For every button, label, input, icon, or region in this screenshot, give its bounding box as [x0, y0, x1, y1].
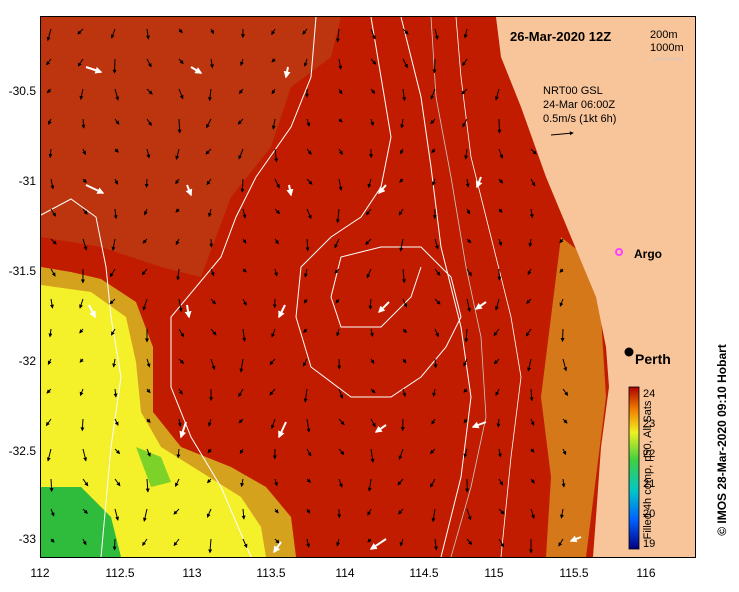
- lon-tick: 113.5: [256, 566, 286, 580]
- perth-marker: [624, 347, 634, 357]
- lat-tick: -30.5: [8, 84, 36, 98]
- lon-tick: 112.5: [105, 566, 135, 580]
- scale-label-1000m: 1000m: [650, 42, 684, 54]
- lat-tick: -31: [18, 174, 36, 188]
- lon-tick: 115.5: [559, 566, 589, 580]
- product-line: NRT00 GSL: [543, 85, 603, 97]
- lon-tick: 115: [484, 566, 504, 580]
- colorbar-title: Filled 4h comp, p50, All Sats: [642, 400, 654, 540]
- credit-label: © IMOS 28-Mar-2020 09:10 Hobart: [715, 344, 729, 536]
- lon-tick: 114.5: [409, 566, 439, 580]
- velocity-arrow: [432, 58, 437, 74]
- argo-label: Argo: [634, 247, 662, 261]
- velocity-arrow: [80, 418, 85, 432]
- lon-tick: 112: [30, 566, 50, 580]
- lat-tick: -32: [18, 354, 36, 368]
- colorbar: [628, 386, 640, 550]
- lon-tick: 114: [335, 566, 355, 580]
- velocity-arrow: [112, 538, 117, 551]
- velocity-arrow: [49, 478, 54, 493]
- scale-label-200m: 200m: [650, 29, 678, 41]
- colorbar-tick: 24: [643, 388, 656, 400]
- velocity-arrow: [112, 58, 117, 74]
- date-label: 26-Mar-2020 12Z: [510, 29, 612, 44]
- velocity-arrow: [177, 118, 182, 134]
- velocity-arrow: [497, 118, 502, 134]
- lat-tick: -32.5: [8, 444, 36, 458]
- velocity-arrow: [560, 328, 565, 343]
- lon-tick: 113: [182, 566, 202, 580]
- velocity-arrow: [144, 178, 149, 188]
- lon-tick: 116: [636, 566, 656, 580]
- product-line: 0.5m/s (1kt 6h): [543, 113, 617, 125]
- colorbar-tick: 19: [643, 538, 656, 550]
- product-line: 24-Mar 06:00Z: [543, 99, 616, 111]
- lat-tick: -31.5: [8, 264, 36, 278]
- product-info: NRT00 GSL 24-Mar 06:00Z 0.5m/s (1kt 6h): [543, 84, 616, 126]
- city-label: Perth: [635, 351, 671, 367]
- velocity-arrow: [81, 118, 86, 129]
- lat-tick: -33: [18, 532, 36, 546]
